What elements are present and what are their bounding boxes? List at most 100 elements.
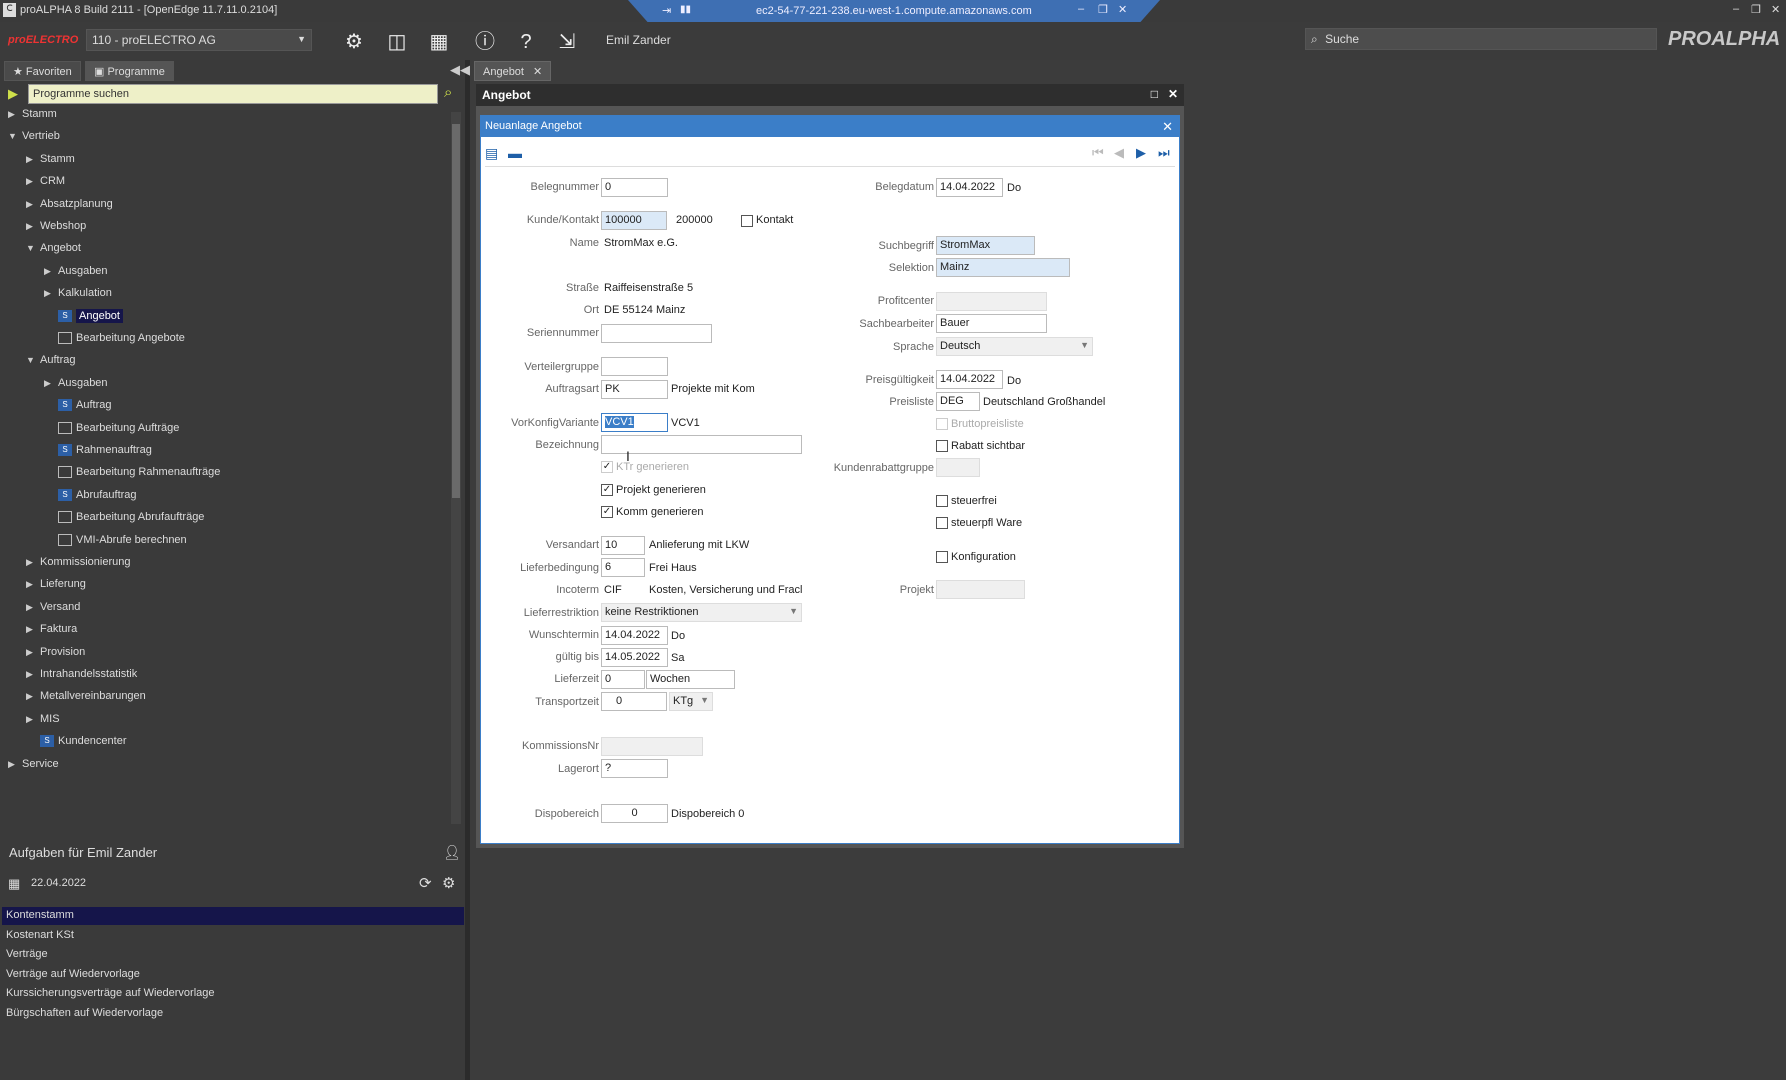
gueltig-field[interactable]: 14.05.2022: [601, 648, 668, 667]
chevron-right-icon[interactable]: ▶: [44, 378, 58, 389]
open-folder-icon[interactable]: ▬: [508, 145, 522, 161]
calendar-icon[interactable]: ▦: [8, 876, 20, 892]
tree-item[interactable]: Bearbeitung Rahmenaufträge: [58, 466, 220, 486]
chevron-right-icon[interactable]: ▶: [26, 579, 40, 590]
first-record-icon[interactable]: ⏮: [1092, 145, 1104, 161]
tree-item[interactable]: ▶ CRM: [26, 175, 65, 195]
lieferzeit-field[interactable]: 0: [601, 670, 645, 689]
last-record-icon[interactable]: ⏭: [1158, 145, 1170, 161]
new-document-icon[interactable]: ▤: [485, 145, 498, 162]
task-item[interactable]: Kurssicherungsverträge auf Wiedervorlage: [2, 985, 464, 1003]
restore-icon[interactable]: ❐: [1751, 3, 1761, 16]
tree-item[interactable]: S Rahmenauftrag: [58, 444, 152, 464]
sachbearbeiter-field[interactable]: Bauer: [936, 314, 1047, 333]
chevron-right-icon[interactable]: ▶: [26, 624, 40, 635]
transportzeit-field[interactable]: 0: [601, 692, 667, 711]
chevron-right-icon[interactable]: ▶: [8, 109, 22, 120]
chevron-right-icon[interactable]: ▶: [26, 557, 40, 568]
chevron-down-icon[interactable]: ▼: [26, 243, 40, 253]
vorkonfig-field[interactable]: VCV1: [601, 413, 668, 432]
tree-item[interactable]: ▼ Angebot: [26, 242, 81, 262]
tree-item[interactable]: ▶ Stamm: [8, 108, 57, 128]
tree-item[interactable]: ▶ Ausgaben: [44, 265, 108, 285]
gear-icon[interactable]: ⚙: [342, 30, 366, 54]
tree-item[interactable]: ▶ Service: [8, 758, 59, 778]
company-select[interactable]: 110 - proELECTRO AG ▼: [86, 29, 312, 51]
tree-item[interactable]: S Auftrag: [58, 399, 111, 419]
kontakt-checkbox[interactable]: [741, 215, 753, 227]
global-search[interactable]: ⌕ Suche: [1305, 28, 1657, 50]
tree-item[interactable]: ▶ Metallvereinbarungen: [26, 690, 146, 710]
steuerfrei-checkbox[interactable]: [936, 495, 948, 507]
task-item[interactable]: Kostenart KSt: [2, 927, 464, 945]
close-icon[interactable]: ✕: [1771, 3, 1780, 16]
program-search-input[interactable]: Programme suchen: [28, 84, 438, 104]
search-icon[interactable]: ⌕: [444, 84, 452, 101]
remote-minimize-icon[interactable]: –: [1078, 3, 1084, 15]
chevron-right-icon[interactable]: ▶: [26, 669, 40, 680]
tree-item[interactable]: VMI-Abrufe berechnen: [58, 534, 187, 554]
sprache-select[interactable]: Deutsch ▼: [936, 337, 1093, 356]
konfiguration-checkbox[interactable]: [936, 551, 948, 563]
kunde-field[interactable]: 100000: [601, 211, 667, 230]
kundenrabatt-field[interactable]: [936, 458, 980, 477]
chevron-down-icon[interactable]: ▼: [26, 355, 40, 365]
steuerpfl-checkbox[interactable]: [936, 517, 948, 529]
komm-generieren-checkbox[interactable]: ✓: [601, 506, 613, 518]
tree-item[interactable]: ▶ Stamm: [26, 153, 75, 173]
task-item[interactable]: Kontenstamm: [2, 907, 464, 925]
chevron-right-icon[interactable]: ▶: [26, 647, 40, 658]
rabatt-checkbox[interactable]: [936, 440, 948, 452]
tab-favorites[interactable]: ★ Favoriten: [4, 61, 81, 81]
tree-item[interactable]: ▶ Lieferung: [26, 578, 86, 598]
refresh-icon[interactable]: ⟳: [419, 874, 432, 892]
belegdatum-field[interactable]: 14.04.2022: [936, 178, 1003, 197]
preisliste-field[interactable]: DEG: [936, 392, 980, 411]
logout-icon[interactable]: ⇲: [555, 30, 579, 54]
tree-item[interactable]: Bearbeitung Angebote: [58, 332, 185, 352]
transportzeit-unit[interactable]: KTg ▼: [669, 692, 713, 711]
next-record-icon[interactable]: ▶: [1136, 145, 1146, 161]
tree-item[interactable]: ▶ Webshop: [26, 220, 86, 240]
bezeichnung-field[interactable]: [601, 435, 802, 454]
lieferzeit-unit[interactable]: Wochen: [646, 670, 735, 689]
lieferrestr-select[interactable]: keine Restriktionen ▼: [601, 603, 802, 622]
close-icon[interactable]: ✕: [1168, 87, 1178, 101]
pin-icon[interactable]: ⇥: [662, 4, 671, 17]
tree-item[interactable]: ▶ Kommissionierung: [26, 556, 130, 576]
tree-item[interactable]: ▼ Auftrag: [26, 354, 75, 374]
task-item[interactable]: Verträge auf Wiedervorlage: [2, 966, 464, 984]
tree-scrollbar[interactable]: [451, 112, 461, 824]
tree-scrollbar-thumb[interactable]: [452, 124, 460, 498]
info-icon[interactable]: ⓘ: [473, 30, 497, 54]
tree-item[interactable]: ▶ Versand: [26, 601, 80, 621]
tree-item[interactable]: Bearbeitung Abrufaufträge: [58, 511, 204, 531]
tree-item[interactable]: ▶ Absatzplanung: [26, 198, 113, 218]
close-tab-icon[interactable]: ✕: [533, 66, 542, 78]
projekt-generieren-checkbox[interactable]: ✓: [601, 484, 613, 496]
dispobereich-field[interactable]: 0: [601, 804, 668, 823]
tree-item[interactable]: ▼ Vertrieb: [8, 130, 60, 150]
chevron-down-icon[interactable]: ▼: [8, 131, 22, 141]
chevron-right-icon[interactable]: ▶: [26, 154, 40, 165]
play-icon[interactable]: ▶: [8, 86, 18, 102]
chevron-right-icon[interactable]: ▶: [26, 602, 40, 613]
wunschtermin-field[interactable]: 14.04.2022: [601, 626, 668, 645]
tree-item[interactable]: S Kundencenter: [40, 735, 127, 755]
tree-item[interactable]: ▶ Kalkulation: [44, 287, 112, 307]
tree-item[interactable]: Bearbeitung Aufträge: [58, 422, 179, 442]
chevron-right-icon[interactable]: ▶: [26, 691, 40, 702]
preisgueltig-field[interactable]: 14.04.2022: [936, 370, 1003, 389]
tree-item[interactable]: S Abrufauftrag: [58, 489, 137, 509]
chevron-right-icon[interactable]: ▶: [26, 199, 40, 210]
chevron-right-icon[interactable]: ▶: [26, 176, 40, 187]
remote-close-icon[interactable]: ✕: [1118, 3, 1127, 16]
tree-item[interactable]: ▶ Provision: [26, 646, 85, 666]
selektion-field[interactable]: Mainz: [936, 258, 1070, 277]
close-dialog-icon[interactable]: ✕: [1162, 119, 1173, 135]
gear-icon[interactable]: ⚙: [442, 874, 455, 892]
maximize-icon[interactable]: □: [1151, 87, 1158, 101]
minimize-icon[interactable]: –: [1733, 3, 1739, 15]
panel-icon[interactable]: ◫: [385, 30, 409, 54]
tab-programs[interactable]: ▣ Programme: [85, 61, 174, 81]
